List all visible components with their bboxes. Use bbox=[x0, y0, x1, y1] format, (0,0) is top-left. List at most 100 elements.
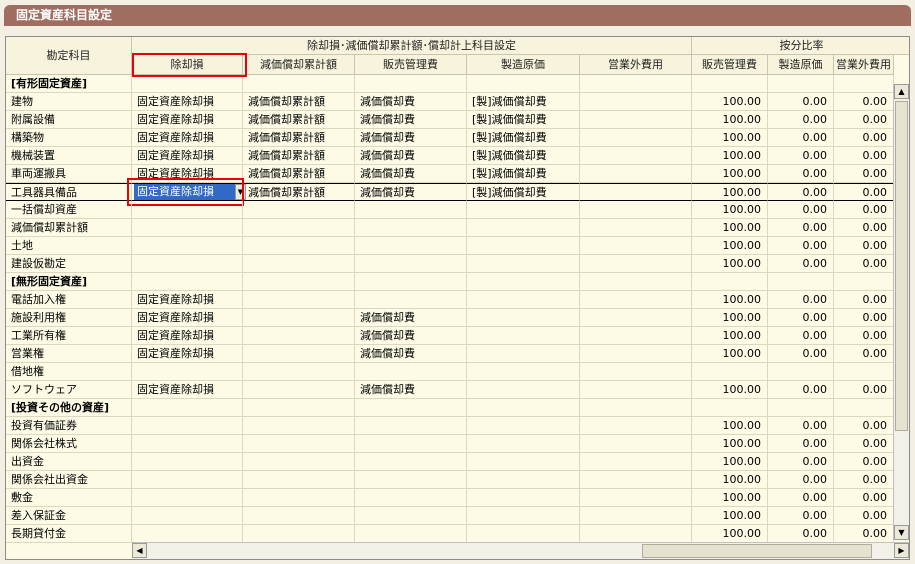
account-cell[interactable] bbox=[355, 399, 467, 417]
ratio-cell[interactable]: 0.00 bbox=[768, 201, 834, 219]
account-cell[interactable]: [製]減価償却費 bbox=[467, 165, 580, 183]
account-cell[interactable]: 固定資産除却損 bbox=[132, 111, 243, 129]
account-cell[interactable]: 固定資産除却損 bbox=[132, 93, 243, 111]
dropdown-arrow-icon[interactable]: ▼ bbox=[235, 184, 246, 200]
ratio-cell[interactable] bbox=[768, 363, 834, 381]
account-cell[interactable] bbox=[243, 219, 355, 237]
ratio-cell[interactable]: 0.00 bbox=[834, 471, 894, 489]
ratio-cell[interactable]: 0.00 bbox=[834, 417, 894, 435]
selected-cell-value[interactable]: 固定資産除却損 bbox=[134, 184, 235, 200]
account-cell[interactable]: [製]減価償却費 bbox=[467, 147, 580, 165]
ratio-cell[interactable] bbox=[692, 363, 768, 381]
account-cell[interactable] bbox=[580, 345, 692, 363]
ratio-cell[interactable] bbox=[768, 273, 834, 291]
account-cell[interactable] bbox=[355, 273, 467, 291]
account-cell[interactable] bbox=[467, 201, 580, 219]
account-cell[interactable] bbox=[243, 489, 355, 507]
ratio-cell[interactable]: 0.00 bbox=[834, 507, 894, 525]
account-cell[interactable] bbox=[580, 75, 692, 93]
account-cell[interactable] bbox=[132, 399, 243, 417]
account-cell[interactable]: 固定資産除却損 bbox=[132, 345, 243, 363]
account-cell[interactable] bbox=[132, 273, 243, 291]
account-cell[interactable] bbox=[243, 255, 355, 273]
account-cell[interactable]: 減価償却累計額 bbox=[243, 129, 355, 147]
ratio-cell[interactable]: 100.00 bbox=[692, 183, 768, 201]
account-cell[interactable] bbox=[580, 417, 692, 435]
ratio-cell[interactable]: 100.00 bbox=[692, 381, 768, 399]
account-cell[interactable] bbox=[243, 471, 355, 489]
vertical-scroll-thumb[interactable] bbox=[895, 101, 908, 431]
account-cell[interactable] bbox=[132, 471, 243, 489]
account-cell[interactable] bbox=[243, 381, 355, 399]
account-cell[interactable] bbox=[243, 75, 355, 93]
account-cell[interactable] bbox=[580, 525, 692, 543]
ratio-cell[interactable] bbox=[692, 399, 768, 417]
account-cell[interactable]: 減価償却累計額 bbox=[243, 111, 355, 129]
account-cell[interactable] bbox=[355, 201, 467, 219]
ratio-cell[interactable]: 0.00 bbox=[768, 525, 834, 543]
account-cell[interactable]: 固定資産除却損 bbox=[132, 327, 243, 345]
account-cell[interactable] bbox=[132, 417, 243, 435]
ratio-cell[interactable]: 0.00 bbox=[768, 237, 834, 255]
ratio-cell[interactable]: 100.00 bbox=[692, 525, 768, 543]
horizontal-scroll-thumb[interactable] bbox=[642, 544, 872, 558]
ratio-cell[interactable]: 0.00 bbox=[834, 93, 894, 111]
ratio-cell[interactable]: 0.00 bbox=[834, 219, 894, 237]
account-cell[interactable]: 固定資産除却損 bbox=[132, 381, 243, 399]
account-cell[interactable] bbox=[355, 219, 467, 237]
ratio-cell[interactable]: 0.00 bbox=[834, 345, 894, 363]
ratio-cell[interactable]: 0.00 bbox=[768, 111, 834, 129]
account-cell[interactable]: [製]減価償却費 bbox=[467, 183, 580, 201]
account-cell[interactable]: 減価償却費 bbox=[355, 345, 467, 363]
ratio-cell[interactable]: 0.00 bbox=[834, 129, 894, 147]
account-cell[interactable] bbox=[243, 237, 355, 255]
ratio-cell[interactable] bbox=[834, 273, 894, 291]
account-cell[interactable] bbox=[580, 435, 692, 453]
account-cell[interactable] bbox=[243, 309, 355, 327]
ratio-cell[interactable]: 100.00 bbox=[692, 291, 768, 309]
ratio-cell[interactable]: 0.00 bbox=[834, 147, 894, 165]
account-cell[interactable] bbox=[580, 363, 692, 381]
ratio-cell[interactable] bbox=[692, 273, 768, 291]
account-cell[interactable] bbox=[467, 399, 580, 417]
account-cell[interactable] bbox=[132, 507, 243, 525]
horizontal-scrollbar[interactable]: ◀ ▶ bbox=[132, 542, 909, 559]
ratio-cell[interactable]: 100.00 bbox=[692, 345, 768, 363]
account-cell[interactable]: 減価償却費 bbox=[355, 309, 467, 327]
account-cell[interactable] bbox=[243, 525, 355, 543]
account-cell[interactable] bbox=[243, 453, 355, 471]
ratio-cell[interactable] bbox=[834, 75, 894, 93]
account-cell[interactable] bbox=[132, 489, 243, 507]
ratio-cell[interactable]: 0.00 bbox=[768, 435, 834, 453]
ratio-cell[interactable] bbox=[768, 399, 834, 417]
ratio-cell[interactable]: 0.00 bbox=[768, 219, 834, 237]
header-col-8[interactable]: 営業外費用 bbox=[834, 55, 894, 75]
ratio-cell[interactable]: 0.00 bbox=[768, 507, 834, 525]
ratio-cell[interactable]: 0.00 bbox=[834, 525, 894, 543]
ratio-cell[interactable]: 100.00 bbox=[692, 111, 768, 129]
account-cell[interactable]: 減価償却累計額 bbox=[243, 183, 355, 201]
ratio-cell[interactable]: 0.00 bbox=[834, 327, 894, 345]
account-cell[interactable] bbox=[132, 237, 243, 255]
ratio-cell[interactable]: 100.00 bbox=[692, 435, 768, 453]
ratio-cell[interactable]: 0.00 bbox=[834, 489, 894, 507]
ratio-cell[interactable]: 0.00 bbox=[768, 417, 834, 435]
ratio-cell[interactable]: 0.00 bbox=[768, 165, 834, 183]
account-cell[interactable] bbox=[355, 291, 467, 309]
account-cell[interactable]: [製]減価償却費 bbox=[467, 93, 580, 111]
account-cell[interactable]: 固定資産除却損 bbox=[132, 165, 243, 183]
ratio-cell[interactable]: 100.00 bbox=[692, 309, 768, 327]
ratio-cell[interactable] bbox=[768, 75, 834, 93]
account-cell[interactable]: 減価償却費 bbox=[355, 381, 467, 399]
account-cell[interactable] bbox=[243, 327, 355, 345]
account-cell[interactable] bbox=[355, 237, 467, 255]
account-cell[interactable] bbox=[580, 183, 692, 201]
ratio-cell[interactable]: 0.00 bbox=[768, 93, 834, 111]
account-cell[interactable] bbox=[132, 255, 243, 273]
account-cell[interactable] bbox=[580, 327, 692, 345]
account-cell[interactable] bbox=[355, 525, 467, 543]
ratio-cell[interactable]: 100.00 bbox=[692, 237, 768, 255]
ratio-cell[interactable]: 100.00 bbox=[692, 327, 768, 345]
account-cell[interactable] bbox=[243, 399, 355, 417]
account-cell[interactable] bbox=[467, 255, 580, 273]
